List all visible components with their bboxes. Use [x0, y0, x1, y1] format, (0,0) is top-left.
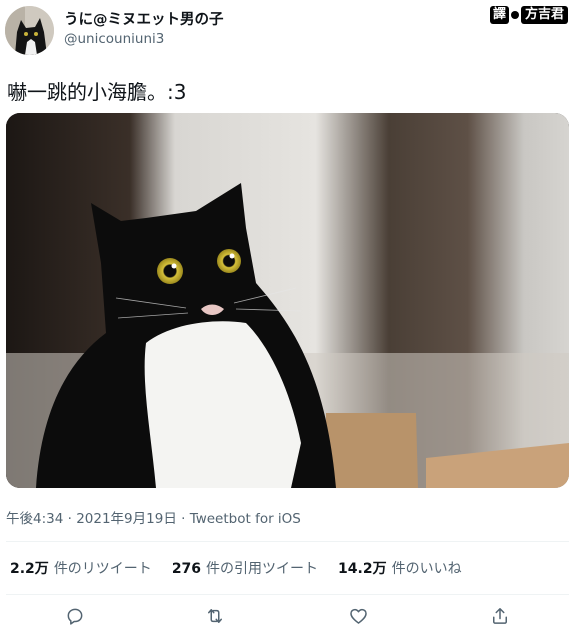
retweet-icon	[208, 609, 222, 623]
display-name[interactable]: うに@ミヌエット男の子	[64, 8, 224, 29]
tweet-header: うに@ミヌエット男の子 @unicouniuni3 譯 方吉君	[0, 0, 573, 62]
avatar[interactable]	[5, 6, 54, 55]
tweet-date[interactable]: 2021年9月19日	[76, 511, 177, 527]
like-icon	[349, 608, 367, 624]
watermark-dot-icon	[510, 11, 519, 19]
divider	[6, 541, 569, 542]
tweet-actions	[0, 602, 573, 630]
tweet-source[interactable]: Tweetbot for iOS	[190, 511, 301, 527]
retweet-count[interactable]: 2.2万 件のリツイート	[10, 558, 152, 578]
stat-label: 件の引用ツイート	[206, 561, 319, 577]
watermark-char: 譯	[489, 6, 509, 24]
cat-avatar-icon	[5, 6, 54, 55]
meta-separator: ·	[63, 511, 77, 527]
divider	[6, 594, 569, 595]
translator-watermark: 譯 方吉君	[489, 6, 568, 24]
like-count[interactable]: 14.2万 件のいいね	[338, 558, 462, 578]
watermark-name: 方吉君	[520, 6, 568, 24]
stat-value: 14.2万	[338, 561, 387, 577]
reply-button[interactable]	[63, 604, 87, 628]
stat-label: 件のいいね	[391, 561, 462, 577]
tweet-time[interactable]: 午後4:34	[6, 511, 63, 527]
retweet-button[interactable]	[203, 604, 227, 628]
share-icon	[493, 608, 507, 624]
stat-value: 2.2万	[10, 561, 49, 577]
stat-label: 件のリツイート	[53, 561, 152, 577]
tweet-stats: 2.2万 件のリツイート 276 件の引用ツイート 14.2万 件のいいね	[10, 558, 462, 578]
stat-value: 276	[171, 561, 202, 577]
meta-separator: ·	[176, 511, 190, 527]
username[interactable]: @unicouniuni3	[64, 31, 164, 47]
tweet-text: 嚇一跳的小海膽。:3	[7, 80, 187, 104]
tweet-meta: 午後4:34 · 2021年9月19日 · Tweetbot for iOS	[6, 507, 301, 527]
tweet-photo[interactable]	[6, 113, 569, 488]
quote-count[interactable]: 276 件の引用ツイート	[172, 558, 318, 578]
share-button[interactable]	[488, 604, 512, 628]
like-button[interactable]	[346, 604, 370, 628]
reply-icon	[67, 608, 83, 625]
tuxedo-cat-photo-icon	[6, 113, 569, 488]
